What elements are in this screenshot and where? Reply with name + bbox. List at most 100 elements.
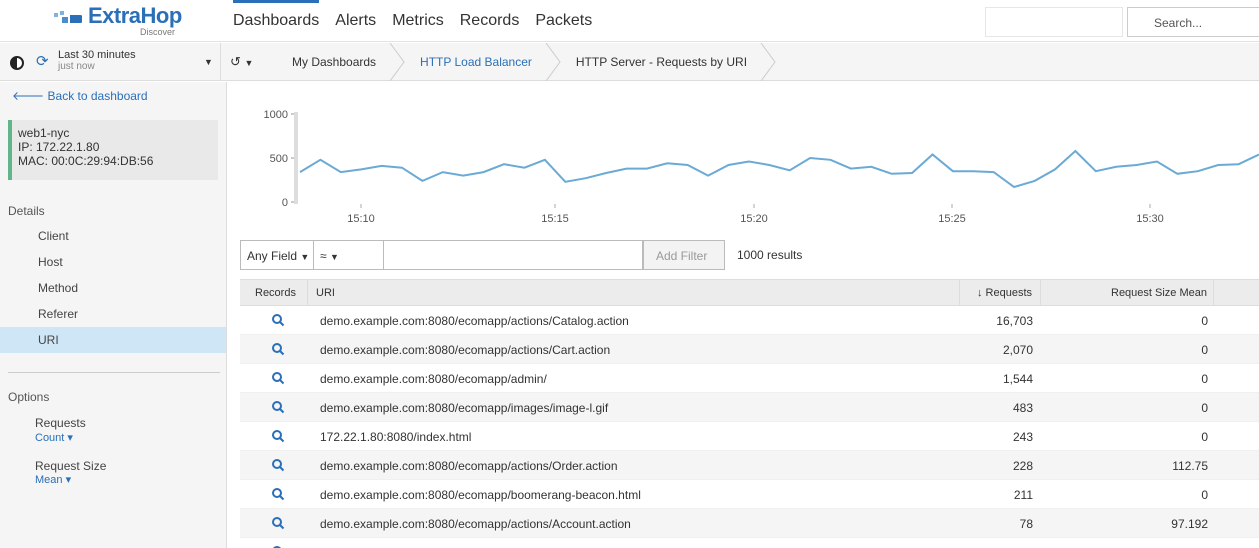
table-row[interactable]: demo.example.com:8080/ecomapp/admin/1,54…	[240, 364, 1259, 393]
uri-cell[interactable]: demo.example.com:8080/ecomapp/actions/Ca…	[320, 306, 950, 335]
request-size-cell: 0	[1201, 314, 1208, 328]
uri-cell[interactable]: 172.22.1.80:8080/index.html	[320, 422, 950, 451]
header-request-size-mean[interactable]: Request Size Mean	[1041, 280, 1214, 306]
records-search-icon[interactable]	[271, 400, 285, 414]
requests-cell: 243	[1012, 430, 1033, 444]
caret-down-icon: ▼	[300, 252, 310, 262]
top-placeholder-box[interactable]	[985, 7, 1123, 37]
requests-cell: 228	[1012, 459, 1033, 473]
requests-line-chart[interactable]: 0 500 1000 15:10 15:15 15:20 15:25 15:30	[228, 82, 1259, 232]
history-caret-icon: ▼	[244, 58, 254, 68]
header-records[interactable]: Records	[240, 280, 308, 306]
breadcrumb-item[interactable]: HTTP Server - Requests by URI	[554, 43, 776, 81]
nav-item-metrics[interactable]: Metrics	[392, 0, 444, 42]
field-select-value: Any Field	[247, 249, 298, 263]
logo-mark-icon	[54, 11, 82, 23]
records-search-icon[interactable]	[271, 429, 285, 443]
refresh-icon[interactable]: ⟳	[36, 52, 49, 70]
table-row[interactable]: demo.example.com:8080/ecomapp/boomerang-…	[240, 480, 1259, 509]
table-row[interactable]: demo.example.com:8080/ecomapp/actions/Ac…	[240, 509, 1259, 538]
x-tick-label: 15:15	[541, 213, 569, 225]
request-size-cell: 0	[1201, 343, 1208, 357]
add-filter-button[interactable]: Add Filter	[643, 240, 725, 270]
arrow-left-icon: 🡐	[12, 89, 45, 103]
table-row[interactable]: demo.example.com:8080/ecomapp/actions/Or…	[240, 451, 1259, 480]
logo-subtitle: Discover	[140, 27, 176, 37]
option-requests-value: Count	[35, 432, 65, 444]
records-search-icon[interactable]	[271, 313, 285, 327]
field-select[interactable]: Any Field ▼	[240, 240, 314, 270]
uri-cell[interactable]: demo.example.com:8080/ecomapp/admin/	[320, 364, 950, 393]
table-row[interactable]: demo.example.com:8080/ecomapp/actions/Ca…	[240, 335, 1259, 364]
extrahop-logo[interactable]: ExtraHop Discover	[48, 3, 208, 39]
uri-cell[interactable]: demo.example.com:8080/ecomapp/images/ima…	[320, 393, 950, 422]
x-tick-label: 15:25	[938, 213, 966, 225]
search-input[interactable]: Search...	[1127, 7, 1259, 37]
device-info: web1-nyc IP: 172.22.1.80 MAC: 00:0C:29:9…	[8, 120, 218, 180]
time-selector-caret-icon[interactable]: ▼	[204, 57, 213, 67]
search-placeholder: Search...	[1154, 16, 1203, 30]
operator-select-value: ≈	[320, 249, 327, 263]
sidebar-item-uri[interactable]: URI	[0, 327, 226, 353]
table-row[interactable]: demo.example.com:8080/ecomapp/images/ima…	[240, 538, 1259, 548]
back-label: Back to dashboard	[47, 89, 148, 103]
breadcrumb-label: HTTP Server - Requests by URI	[575, 55, 748, 69]
device-mac: MAC: 00:0C:29:94:DB:56	[18, 154, 154, 168]
y-tick-label: 0	[282, 197, 288, 209]
nav-item-records[interactable]: Records	[460, 0, 520, 42]
records-table: Records URI ↓ Requests Request Size Mean…	[240, 279, 1259, 548]
history-icon: ↺	[230, 54, 241, 69]
sidebar-item-referer[interactable]: Referer	[0, 301, 226, 327]
details-heading: Details	[8, 204, 45, 218]
option-request-size-select[interactable]: Mean ▾	[35, 473, 71, 486]
records-search-icon[interactable]	[271, 342, 285, 356]
time-selector[interactable]: Last 30 minutes just now	[58, 49, 136, 73]
request-size-cell: 0	[1201, 430, 1208, 444]
history-dropdown[interactable]: ↺ ▼	[230, 54, 253, 70]
top-navigation-bar: ExtraHop Discover Dashboards Alerts Metric…	[0, 0, 1259, 42]
uri-cell[interactable]: demo.example.com:8080/ecomapp/actions/Ac…	[320, 509, 950, 538]
nav-item-dashboards[interactable]: Dashboards	[233, 0, 320, 42]
request-size-cell: 112.75	[1172, 459, 1208, 473]
breadcrumb-item[interactable]: My Dashboards	[270, 43, 405, 81]
uri-cell[interactable]: demo.example.com:8080/ecomapp/boomerang-…	[320, 480, 950, 509]
breadcrumb-item[interactable]: HTTP Load Balancer	[398, 43, 561, 81]
filter-value-input[interactable]	[383, 240, 643, 270]
table-header: Records URI ↓ Requests Request Size Mean	[240, 279, 1259, 306]
sidebar-divider	[8, 372, 220, 373]
device-name: web1-nyc	[18, 126, 70, 140]
operator-select[interactable]: ≈ ▼	[313, 240, 384, 270]
back-to-dashboard-link[interactable]: 🡐 Back to dashboard	[12, 88, 148, 103]
requests-cell: 1,544	[1002, 372, 1033, 386]
records-search-icon[interactable]	[271, 516, 285, 530]
requests-series-line[interactable]	[299, 149, 1259, 189]
sidebar-toggle-icon[interactable]	[10, 56, 24, 70]
result-count: 1000 results	[737, 248, 803, 262]
uri-cell[interactable]: demo.example.com:8080/ecomapp/images/ima…	[320, 538, 950, 548]
breadcrumb-label: HTTP Load Balancer	[420, 55, 532, 69]
option-request-size-label: Request Size	[35, 459, 107, 473]
table-row[interactable]: demo.example.com:8080/ecomapp/images/ima…	[240, 393, 1259, 422]
app-root: ExtraHop Discover Dashboards Alerts Metric…	[0, 0, 1259, 548]
header-requests[interactable]: ↓ Requests	[960, 280, 1041, 306]
table-row[interactable]: demo.example.com:8080/ecomapp/actions/Ca…	[240, 306, 1259, 335]
table-row[interactable]: 172.22.1.80:8080/index.html 243 0	[240, 422, 1259, 451]
x-tick-label: 15:10	[347, 213, 375, 225]
request-size-cell: 97.192	[1171, 517, 1208, 531]
nav-item-alerts[interactable]: Alerts	[335, 0, 376, 42]
uri-cell[interactable]: demo.example.com:8080/ecomapp/actions/Ca…	[320, 335, 950, 364]
records-search-icon[interactable]	[271, 487, 285, 501]
option-requests-select[interactable]: Count ▾	[35, 431, 73, 444]
request-size-cell: 0	[1041, 538, 1214, 548]
requests-cell: 16,703	[996, 314, 1033, 328]
sidebar-item-host[interactable]: Host	[0, 249, 226, 275]
records-search-icon[interactable]	[271, 458, 285, 472]
records-search-icon[interactable]	[271, 371, 285, 385]
dashboard-toolbar: ⟳ Last 30 minutes just now ▼ ↺ ▼ My Dash…	[0, 43, 1259, 81]
sidebar-item-method[interactable]: Method	[0, 275, 226, 301]
nav-item-packets[interactable]: Packets	[535, 0, 592, 42]
header-uri[interactable]: URI	[308, 280, 960, 306]
toolbar-divider	[220, 43, 221, 81]
sidebar-item-client[interactable]: Client	[0, 223, 226, 249]
uri-cell[interactable]: demo.example.com:8080/ecomapp/actions/Or…	[320, 451, 950, 480]
